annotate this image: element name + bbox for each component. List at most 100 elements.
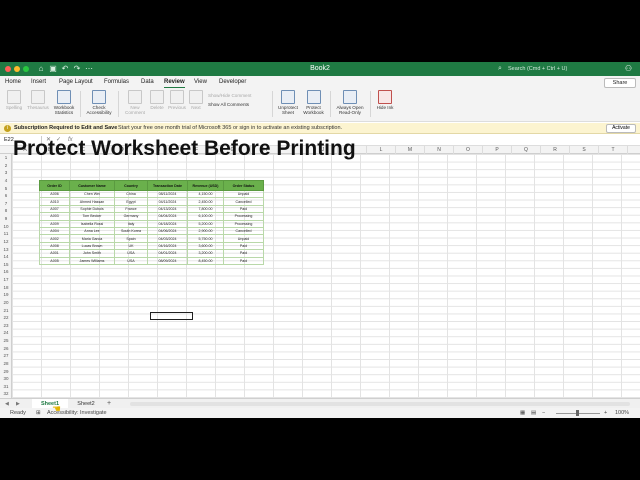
column-header[interactable]: O [454, 146, 483, 154]
zoom-window-button[interactable] [23, 66, 29, 72]
row-header[interactable]: 5 [0, 185, 12, 193]
table-cell[interactable]: Anna Lee [69, 226, 115, 236]
row-header[interactable]: 23 [0, 322, 12, 330]
redo-icon[interactable]: ↷ [72, 64, 82, 74]
table-cell[interactable]: 3,200.00 [187, 249, 224, 258]
table-cell[interactable]: Tom Becker [69, 212, 115, 221]
tab-insert[interactable]: Insert [31, 76, 46, 88]
table-cell[interactable]: 3,600.00 [187, 241, 224, 251]
tab-data[interactable]: Data [141, 76, 154, 88]
always-open-read-only-button[interactable]: Always Open Read-Only [334, 90, 366, 115]
row-header[interactable]: 30 [0, 375, 12, 383]
column-header[interactable]: P [483, 146, 512, 154]
table-header-cell[interactable]: Transaction Date [147, 180, 188, 191]
row-header[interactable]: 22 [0, 314, 12, 322]
share-button[interactable]: Share [604, 78, 636, 88]
page-layout-view-icon[interactable]: ▤ [531, 408, 536, 418]
row-header[interactable]: 17 [0, 276, 12, 284]
row-header[interactable]: 10 [0, 223, 12, 231]
table-cell[interactable]: USA [114, 256, 148, 265]
column-header[interactable]: U [628, 146, 640, 154]
workbook-statistics-button[interactable]: Workbook Statistics [51, 90, 77, 115]
undo-icon[interactable]: ↶ [60, 64, 70, 74]
table-cell[interactable]: 5,200.00 [187, 219, 224, 228]
close-window-button[interactable] [5, 66, 11, 72]
column-header[interactable]: R [541, 146, 570, 154]
row-header[interactable]: 32 [0, 390, 12, 398]
row-header[interactable]: 24 [0, 329, 12, 337]
table-cell[interactable]: Lucas Brown [69, 241, 115, 251]
table-cell[interactable]: Italy [114, 219, 148, 228]
tab-page-layout[interactable]: Page Layout [59, 76, 93, 88]
tab-review[interactable]: Review [164, 76, 185, 88]
table-cell[interactable]: Paid [223, 241, 264, 251]
minimize-window-button[interactable] [14, 66, 20, 72]
table-header-cell[interactable]: Country [114, 180, 148, 191]
table-cell[interactable]: Paid [223, 256, 264, 265]
spelling-button[interactable]: Spelling [3, 90, 25, 110]
save-icon[interactable]: ▣ [48, 64, 58, 74]
tab-developer[interactable]: Developer [219, 76, 246, 88]
table-cell[interactable]: 5,750.00 [187, 234, 224, 243]
row-header[interactable]: 21 [0, 307, 12, 315]
check-accessibility-button[interactable]: Check Accessibility [84, 90, 114, 115]
row-header[interactable]: 18 [0, 284, 12, 292]
row-header[interactable]: 8 [0, 207, 12, 215]
table-cell[interactable]: South Korea [114, 226, 148, 236]
row-header[interactable]: 3 [0, 169, 12, 177]
row-header[interactable]: 31 [0, 383, 12, 391]
table-cell[interactable]: Paid [223, 249, 264, 258]
row-header[interactable]: 11 [0, 230, 12, 238]
row-header[interactable]: 27 [0, 352, 12, 360]
table-cell[interactable]: 04/11/2024 [147, 197, 188, 206]
table-cell[interactable]: Unpaid [223, 189, 264, 199]
table-cell[interactable]: UK [114, 241, 148, 251]
zoom-level[interactable]: 100% [615, 408, 629, 418]
table-cell[interactable]: Germany [114, 212, 148, 221]
row-header[interactable]: 28 [0, 360, 12, 368]
table-cell[interactable]: A005 [39, 256, 70, 265]
table-cell[interactable]: John Smith [69, 249, 115, 258]
table-cell[interactable]: Egypt [114, 197, 148, 206]
table-cell[interactable]: Processing [223, 212, 264, 221]
account-icon[interactable]: ⚇ [625, 64, 632, 74]
new-comment-button[interactable]: New Comment [122, 90, 148, 115]
thesaurus-button[interactable]: Thesaurus [26, 90, 50, 110]
row-header[interactable]: 6 [0, 192, 12, 200]
row-header[interactable]: 19 [0, 291, 12, 299]
table-cell[interactable]: A004 [39, 226, 70, 236]
zoom-slider-handle[interactable] [576, 410, 579, 416]
search-input[interactable]: ⌕ Search (Cmd + Ctrl + U) [494, 64, 598, 74]
row-header[interactable]: 1 [0, 154, 12, 162]
more-icon[interactable]: ⋯ [84, 64, 94, 74]
table-cell[interactable]: Chen Wei [69, 189, 115, 199]
table-cell[interactable]: James Williams [69, 256, 115, 265]
selected-cell[interactable] [150, 312, 193, 320]
activate-button[interactable]: Activate [606, 124, 636, 133]
table-cell[interactable]: Ahmed Hassan [69, 197, 115, 206]
row-header[interactable]: 7 [0, 200, 12, 208]
table-cell[interactable]: A007 [39, 204, 70, 214]
horizontal-scrollbar[interactable] [130, 402, 630, 406]
column-header[interactable]: S [570, 146, 599, 154]
row-header[interactable]: 15 [0, 261, 12, 269]
table-cell[interactable]: 8,450.00 [187, 256, 224, 265]
normal-view-icon[interactable]: ▦ [520, 408, 525, 418]
column-header[interactable]: M [396, 146, 425, 154]
table-cell[interactable]: Unpaid [223, 234, 264, 243]
column-header[interactable]: Q [512, 146, 541, 154]
tab-formulas[interactable]: Formulas [104, 76, 129, 88]
table-cell[interactable]: Cancelled [223, 197, 264, 206]
table-cell[interactable]: 04/18/2024 [147, 219, 188, 228]
table-header-cell[interactable]: Order ID [39, 180, 70, 191]
hide-ink-button[interactable]: Hide Ink [373, 90, 397, 110]
row-header[interactable]: 16 [0, 268, 12, 276]
table-cell[interactable]: 04/01/2024 [147, 249, 188, 258]
show-hide-comment-button[interactable]: Show/Hide Comment [208, 93, 251, 99]
table-header-cell[interactable]: Customer Name [69, 180, 115, 191]
table-cell[interactable]: Maria Garcia [69, 234, 115, 243]
unprotect-sheet-button[interactable]: Unprotect Sheet [276, 90, 300, 115]
home-icon[interactable]: ⌂ [36, 64, 46, 74]
tab-home[interactable]: Home [5, 76, 21, 88]
table-cell[interactable]: Isabella Rossi [69, 219, 115, 228]
